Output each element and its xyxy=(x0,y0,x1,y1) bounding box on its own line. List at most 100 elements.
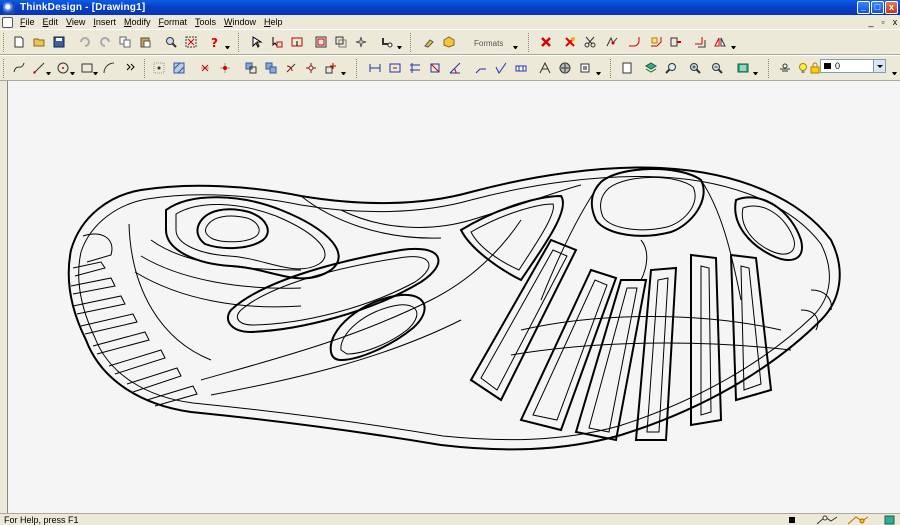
toolbar-grip[interactable] xyxy=(238,33,241,52)
toolbar-grip[interactable] xyxy=(768,59,771,78)
select-button[interactable] xyxy=(248,33,266,51)
menu-tools[interactable]: Tools xyxy=(191,17,220,27)
toolbar-grip[interactable] xyxy=(410,33,413,52)
copy-move-button[interactable] xyxy=(262,59,280,77)
resize-grip-icon[interactable] xyxy=(884,515,896,525)
break-button[interactable] xyxy=(603,33,621,51)
line-dropdown-arrow[interactable] xyxy=(46,72,51,75)
modify-dropdown-arrow[interactable] xyxy=(731,46,736,49)
rectangle-dropdown-arrow[interactable] xyxy=(93,72,98,75)
chamfer-button[interactable] xyxy=(647,33,665,51)
maximize-button[interactable]: □ xyxy=(871,1,884,14)
mirror-button[interactable] xyxy=(711,33,729,51)
toolbar-grip[interactable] xyxy=(356,59,359,78)
doc-close-button[interactable]: x xyxy=(890,17,900,27)
select-chain-button[interactable] xyxy=(268,33,286,51)
shoe-sole-drawing[interactable] xyxy=(8,81,900,513)
zoom-button[interactable] xyxy=(162,33,180,51)
drawing-canvas[interactable] xyxy=(7,81,900,513)
fillet-button[interactable] xyxy=(625,33,643,51)
leader-button[interactable] xyxy=(472,59,490,77)
menu-edit[interactable]: Edit xyxy=(39,17,63,27)
app-icon[interactable] xyxy=(3,1,15,14)
delete-button[interactable] xyxy=(537,33,555,51)
minimize-button[interactable]: _ xyxy=(857,1,870,14)
dimension-chain-button[interactable] xyxy=(426,59,444,77)
offset-button[interactable] xyxy=(691,33,709,51)
hatch-button[interactable] xyxy=(170,59,188,77)
toolbar-grip[interactable] xyxy=(144,59,147,78)
menu-help[interactable]: Help xyxy=(260,17,287,27)
view-settings-button[interactable] xyxy=(734,59,752,77)
formats-label[interactable]: Formats xyxy=(474,39,503,48)
snap-button[interactable] xyxy=(378,33,396,51)
open-button[interactable] xyxy=(30,33,48,51)
zoom-window-button[interactable] xyxy=(182,33,200,51)
dimension-angular-button[interactable] xyxy=(446,59,464,77)
symbol-button[interactable] xyxy=(576,59,594,77)
layer-select[interactable]: 0 xyxy=(820,59,886,73)
fill-button[interactable] xyxy=(556,59,574,77)
doc-minimize-button[interactable]: _ xyxy=(866,17,876,27)
undo-button[interactable] xyxy=(76,33,94,51)
toolbar-grip[interactable] xyxy=(610,59,613,78)
transform-dropdown-arrow[interactable] xyxy=(341,72,346,75)
cut-button[interactable] xyxy=(581,33,599,51)
extend-button[interactable] xyxy=(667,33,685,51)
view-dropdown-arrow[interactable] xyxy=(753,72,758,75)
layers-button[interactable] xyxy=(642,59,660,77)
find-button[interactable] xyxy=(662,59,680,77)
point-button[interactable] xyxy=(150,59,168,77)
toolbar-grip[interactable] xyxy=(3,33,6,52)
dimension-linear-button[interactable] xyxy=(366,59,384,77)
properties-button[interactable] xyxy=(440,33,458,51)
new-button[interactable] xyxy=(10,33,28,51)
formats-dropdown-arrow[interactable] xyxy=(513,46,518,49)
help-button[interactable]: ? xyxy=(206,33,224,51)
menu-file[interactable]: File xyxy=(16,17,39,27)
dimension-aligned-button[interactable] xyxy=(386,59,404,77)
toolbar-grip[interactable] xyxy=(528,33,531,52)
spline-button[interactable] xyxy=(10,59,28,77)
trim-button[interactable] xyxy=(561,33,579,51)
zoom-in-button[interactable] xyxy=(686,59,704,77)
surface-finish-button[interactable] xyxy=(492,59,510,77)
menu-window[interactable]: Window xyxy=(220,17,260,27)
toolbar-overflow-button[interactable] xyxy=(122,59,140,77)
layer-properties-button[interactable] xyxy=(776,59,794,77)
move-button[interactable] xyxy=(242,59,260,77)
layer-toolbar-dropdown-arrow[interactable] xyxy=(892,72,897,75)
copy-button[interactable] xyxy=(116,33,134,51)
ortho-mode-icon[interactable] xyxy=(846,515,870,525)
save-button[interactable] xyxy=(50,33,68,51)
break-point-button[interactable] xyxy=(196,59,214,77)
array-button[interactable] xyxy=(322,59,340,77)
ungroup-button[interactable] xyxy=(332,33,350,51)
layer-select-arrow[interactable] xyxy=(873,60,885,72)
menu-insert[interactable]: Insert xyxy=(89,17,120,27)
rotate-button[interactable] xyxy=(282,59,300,77)
close-button[interactable]: x xyxy=(885,1,898,14)
menu-format[interactable]: Format xyxy=(154,17,191,27)
help-dropdown-arrow[interactable] xyxy=(225,46,230,49)
redo-button[interactable] xyxy=(96,33,114,51)
menu-modify[interactable]: Modify xyxy=(120,17,155,27)
scale-button[interactable] xyxy=(302,59,320,77)
snap-dropdown-arrow[interactable] xyxy=(397,46,402,49)
layout-button[interactable] xyxy=(618,59,636,77)
circle-dropdown-arrow[interactable] xyxy=(70,72,75,75)
status-square-icon[interactable] xyxy=(788,516,796,524)
menu-view[interactable]: View xyxy=(62,17,89,27)
select-window-button[interactable] xyxy=(288,33,306,51)
toolbar-grip[interactable] xyxy=(3,59,6,78)
tolerance-button[interactable] xyxy=(512,59,530,77)
attributes-button[interactable] xyxy=(420,33,438,51)
dimension-baseline-button[interactable] xyxy=(406,59,424,77)
document-icon[interactable] xyxy=(2,16,13,28)
snap-mode-icon[interactable] xyxy=(815,515,839,525)
zoom-out-button[interactable] xyxy=(708,59,726,77)
text-button[interactable] xyxy=(536,59,554,77)
join-button[interactable] xyxy=(216,59,234,77)
annotation-dropdown-arrow[interactable] xyxy=(596,72,601,75)
group-button[interactable] xyxy=(312,33,330,51)
